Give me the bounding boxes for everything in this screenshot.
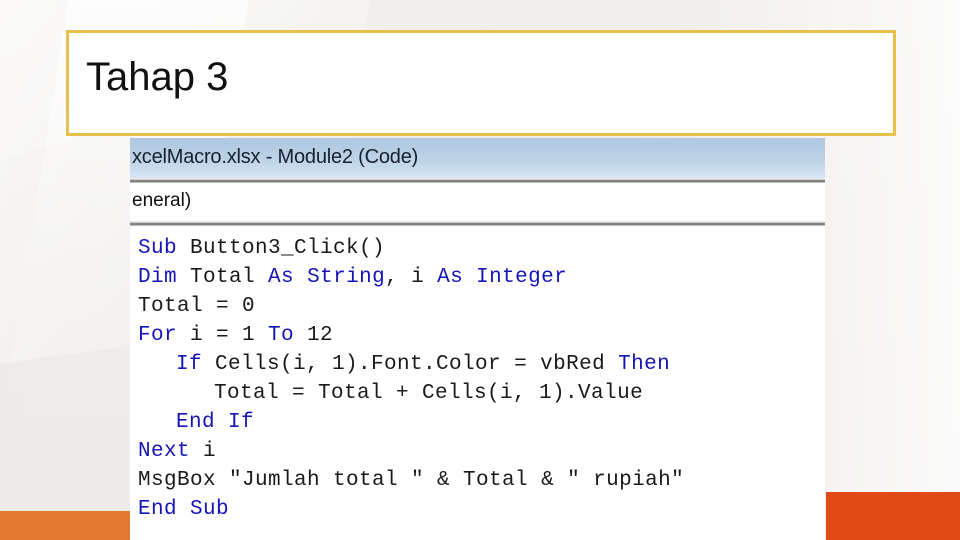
code-keyword: Integer <box>476 266 568 289</box>
vba-object-dropdown-value: eneral) <box>132 190 192 211</box>
code-keyword: End If <box>176 411 255 434</box>
vba-window-title: xcelMacro.xlsx - Module2 (Code) <box>132 146 419 168</box>
code-text: Total = 0 <box>138 295 256 318</box>
code-line: If Cells(i, 1).Font.Color = vbRed Then <box>138 350 825 379</box>
page-title: Tahap 3 <box>86 55 229 99</box>
code-text: Total <box>177 266 269 289</box>
code-line: Sub Button3_Click() <box>138 234 825 263</box>
code-line: Next i <box>138 437 825 466</box>
slide-canvas: Tahap 3 xcelMacro.xlsx - Module2 (Code) … <box>0 0 960 540</box>
code-keyword: String <box>307 266 386 289</box>
code-line: Total = 0 <box>138 292 825 321</box>
code-line: MsgBox "Jumlah total " & Total & " rupia… <box>138 466 825 495</box>
code-text: i = 1 <box>177 324 269 347</box>
footer-band-right <box>826 492 960 540</box>
code-text: Total = Total + Cells(i, 1).Value <box>214 382 644 405</box>
code-text: i <box>190 440 217 463</box>
code-line: Total = Total + Cells(i, 1).Value <box>138 379 825 408</box>
code-text: MsgBox <box>138 469 230 492</box>
title-placeholder: Tahap 3 <box>66 30 896 136</box>
code-keyword: Then <box>618 353 671 376</box>
code-text: " rupiah" <box>567 469 685 492</box>
code-keyword: For <box>138 324 178 347</box>
code-keyword: End Sub <box>138 498 230 521</box>
vba-object-dropdown[interactable]: eneral) <box>130 183 825 221</box>
vba-code-window-image: xcelMacro.xlsx - Module2 (Code) eneral) … <box>130 138 825 540</box>
code-keyword: As <box>268 266 295 289</box>
code-line: For i = 1 To 12 <box>138 321 825 350</box>
code-text: "Jumlah total " <box>229 469 425 492</box>
vba-window-titlebar: xcelMacro.xlsx - Module2 (Code) <box>130 138 825 178</box>
code-text: , i <box>385 266 438 289</box>
footer-band-left <box>0 511 131 540</box>
code-line: End Sub <box>138 495 825 524</box>
code-text: & Total & <box>424 469 568 492</box>
vba-code-editor[interactable]: Sub Button3_Click() Dim Total As String, … <box>130 226 825 524</box>
code-keyword: As <box>437 266 464 289</box>
code-keyword: To <box>268 324 295 347</box>
code-line: Dim Total As String, i As Integer <box>138 263 825 292</box>
code-text: Button3_Click() <box>177 237 386 260</box>
code-keyword: Next <box>138 440 191 463</box>
code-text: Cells(i, 1).Font.Color = vbRed <box>202 353 619 376</box>
code-line: End If <box>138 408 825 437</box>
code-keyword: Sub <box>138 237 178 260</box>
code-keyword: Dim <box>138 266 178 289</box>
code-keyword: If <box>176 353 203 376</box>
code-text: 12 <box>294 324 334 347</box>
